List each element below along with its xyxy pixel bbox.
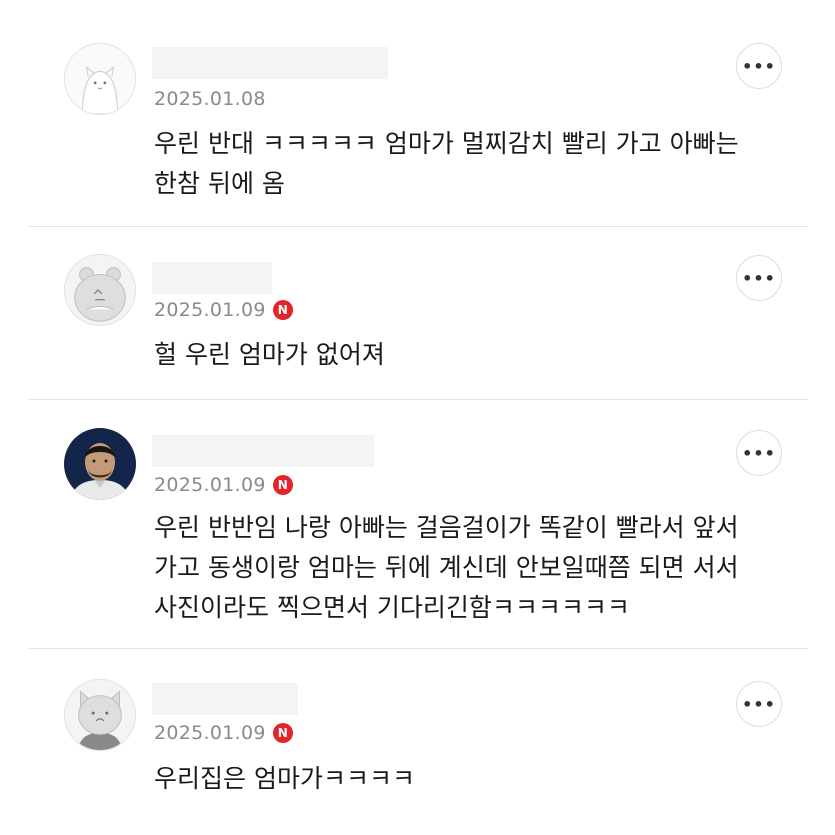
more-horizontal-icon: •••	[742, 268, 776, 288]
avatar[interactable]	[64, 428, 136, 500]
more-horizontal-icon: •••	[742, 443, 776, 463]
comment-text: 우리집은 엄마가ㅋㅋㅋㅋ	[154, 759, 784, 799]
date-row: 2025.01.09 N	[154, 720, 293, 746]
comment-line: 우린 반대 ㅋㅋㅋㅋㅋ 엄마가 멀찌감치 빨리 가고 아빠는	[154, 129, 739, 158]
comment-item: 2025.01.09 N ••• 우린 반반임 나랑 아빠는 걸음걸이가 똑같이…	[0, 400, 835, 648]
comment-item: 2025.01.09 N ••• 우리집은 엄마가ㅋㅋㅋㅋ	[0, 649, 835, 835]
more-horizontal-icon: •••	[742, 56, 776, 76]
author-name-redacted	[152, 47, 388, 79]
more-horizontal-icon: •••	[742, 694, 776, 714]
more-options-button[interactable]: •••	[736, 43, 782, 89]
comment-line: 우리집은 엄마가ㅋㅋㅋㅋ	[154, 764, 415, 793]
new-badge: N	[272, 723, 293, 743]
avatar[interactable]	[64, 679, 136, 751]
more-options-button[interactable]: •••	[736, 681, 782, 727]
author-name-redacted	[152, 262, 272, 294]
avatar[interactable]	[64, 43, 136, 115]
comment-date: 2025.01.08	[154, 88, 266, 110]
comment-date: 2025.01.09	[154, 722, 266, 744]
author-name-redacted	[152, 683, 298, 715]
new-badge: N	[272, 300, 293, 320]
date-row: 2025.01.09 N	[154, 472, 293, 498]
comment-line: 가고 동생이랑 엄마는 뒤에 계신데 안보일때쯤 되면 서서	[154, 553, 739, 582]
new-badge: N	[272, 475, 293, 495]
comment-item: 2025.01.09 N ••• 헐 우린 엄마가 없어져	[0, 227, 835, 399]
avatar[interactable]	[64, 254, 136, 326]
gray-cat-avatar-icon	[65, 680, 135, 750]
comment-text: 헐 우린 엄마가 없어져	[154, 335, 784, 375]
comment-date: 2025.01.09	[154, 474, 266, 496]
comment-date: 2025.01.09	[154, 299, 266, 321]
comment-text: 우린 반대 ㅋㅋㅋㅋㅋ 엄마가 멀찌감치 빨리 가고 아빠는 한참 뒤에 옴	[154, 124, 784, 204]
more-options-button[interactable]: •••	[736, 255, 782, 301]
comment-text: 우린 반반임 나랑 아빠는 걸음걸이가 똑같이 빨라서 앞서 가고 동생이랑 엄…	[154, 508, 784, 628]
comment-line: 헐 우린 엄마가 없어져	[154, 340, 385, 369]
person-photo-avatar-icon	[64, 428, 136, 500]
comment-line: 우린 반반임 나랑 아빠는 걸음걸이가 똑같이 빨라서 앞서	[154, 513, 739, 542]
date-row: 2025.01.08	[154, 86, 266, 112]
more-options-button[interactable]: •••	[736, 430, 782, 476]
comment-line: 사진이라도 찍으면서 기다리긴함ㅋㅋㅋㅋㅋㅋ	[154, 593, 630, 622]
date-row: 2025.01.09 N	[154, 297, 293, 323]
comment-line: 한참 뒤에 옴	[154, 169, 285, 198]
white-cat-avatar-icon	[65, 44, 135, 114]
gray-bear-avatar-icon	[65, 255, 135, 325]
comment-item: 2025.01.08 ••• 우린 반대 ㅋㅋㅋㅋㅋ 엄마가 멀찌감치 빨리 가…	[0, 0, 835, 226]
author-name-redacted	[152, 435, 374, 467]
